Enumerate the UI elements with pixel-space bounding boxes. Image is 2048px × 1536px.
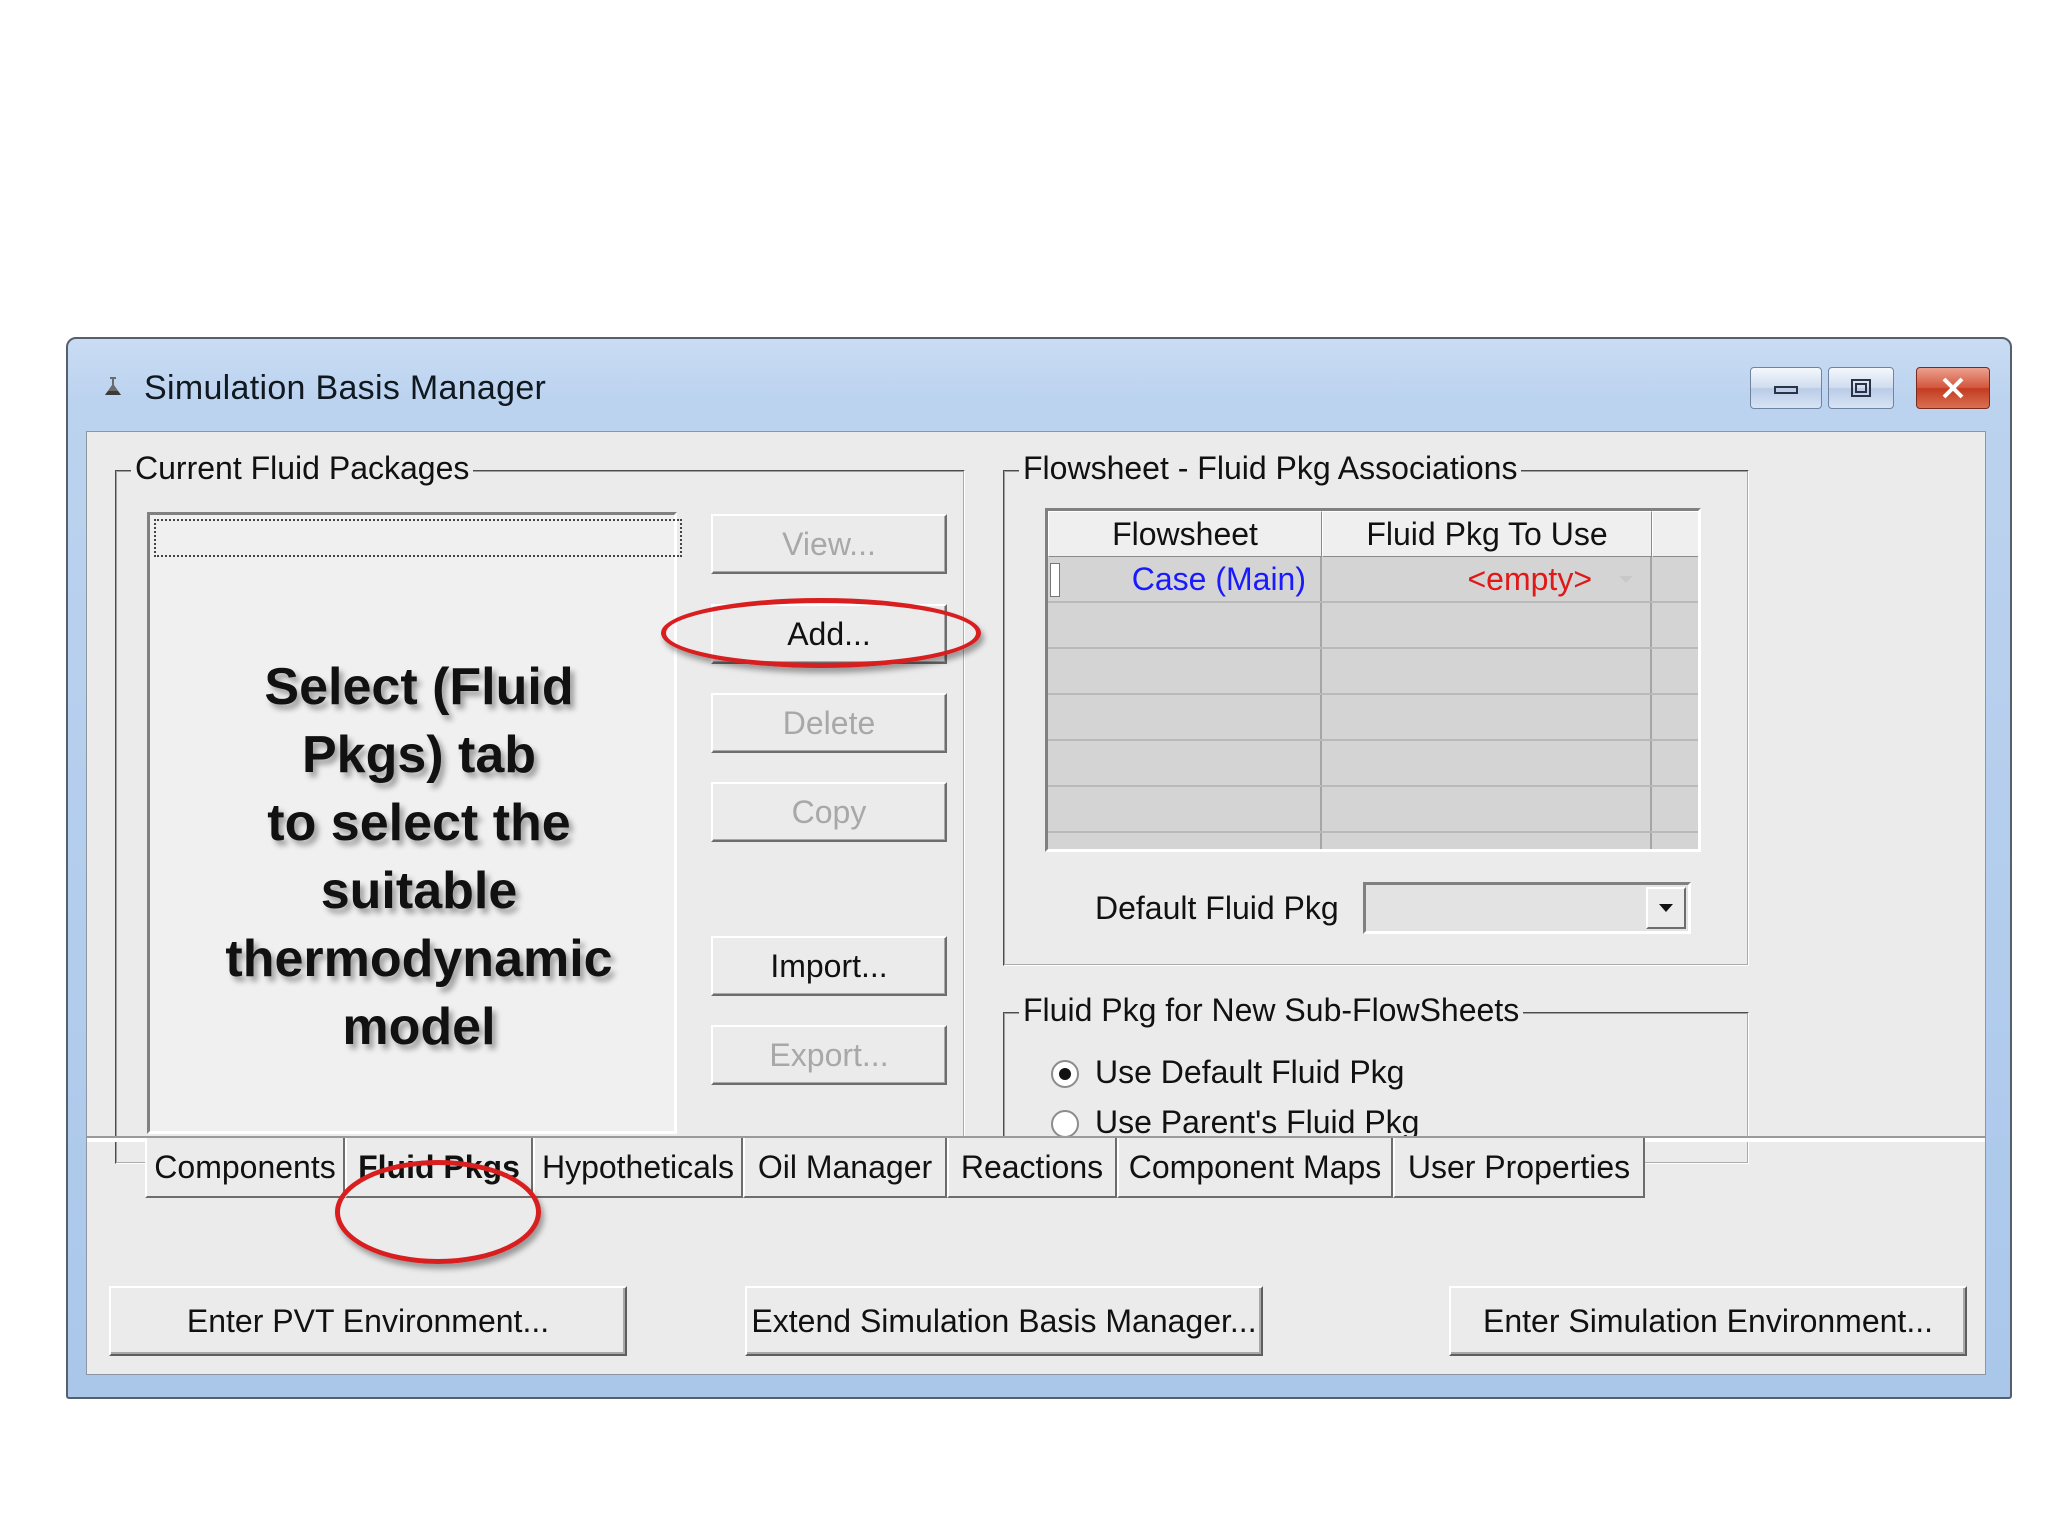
app-icon — [105, 377, 121, 395]
minimize-button[interactable] — [1750, 367, 1822, 409]
fluid-packages-list[interactable]: Select (Fluid Pkgs) tab to select the su… — [147, 512, 682, 1134]
table-row[interactable]: Case (Main) <empty> — [1048, 557, 1698, 603]
simulation-basis-manager-window: Simulation Basis Manager Current Fluid P… — [66, 337, 2012, 1399]
tab-components[interactable]: Components — [145, 1138, 345, 1198]
table-row[interactable] — [1048, 603, 1698, 649]
table-row[interactable] — [1048, 741, 1698, 787]
enter-simulation-environment-button[interactable]: Enter Simulation Environment... — [1449, 1286, 1967, 1356]
view-button[interactable]: View... — [711, 514, 947, 574]
use-parent-radio[interactable] — [1051, 1110, 1079, 1138]
instruction-line: model — [342, 998, 496, 1056]
column-header-fluid-pkg[interactable]: Fluid Pkg To Use — [1322, 511, 1652, 557]
window-title: Simulation Basis Manager — [144, 369, 547, 407]
default-fluid-pkg-select[interactable] — [1363, 882, 1691, 934]
use-default-label[interactable]: Use Default Fluid Pkg — [1095, 1054, 1404, 1091]
list-focus-row[interactable] — [154, 519, 682, 557]
maximize-button[interactable] — [1828, 367, 1894, 409]
close-icon — [1942, 377, 1964, 399]
row-selector[interactable] — [1050, 563, 1060, 597]
instruction-line: suitable — [320, 862, 518, 920]
close-button[interactable] — [1916, 367, 1990, 409]
add-button[interactable]: Add... — [711, 604, 947, 664]
fluid-pkg-cell[interactable]: <empty> — [1467, 561, 1592, 598]
instruction-line: thermodynamic — [225, 930, 613, 988]
client-area: Current Fluid Packages Select (Fluid Pkg… — [86, 431, 1986, 1375]
tab-oil-manager[interactable]: Oil Manager — [743, 1138, 947, 1198]
extend-basis-manager-button[interactable]: Extend Simulation Basis Manager... — [745, 1286, 1263, 1356]
column-header-flowsheet[interactable]: Flowsheet — [1048, 511, 1322, 557]
associations-legend: Flowsheet - Fluid Pkg Associations — [1019, 450, 1522, 487]
table-row[interactable] — [1048, 695, 1698, 741]
tab-reactions[interactable]: Reactions — [947, 1138, 1117, 1198]
instruction-line: to select the — [267, 794, 571, 852]
chevron-down-icon — [1659, 904, 1673, 912]
current-fluid-packages-group: Current Fluid Packages Select (Fluid Pkg… — [115, 450, 965, 1164]
subflowsheets-legend: Fluid Pkg for New Sub-FlowSheets — [1019, 992, 1524, 1029]
radio-selected-dot — [1059, 1068, 1071, 1080]
tab-component-maps[interactable]: Component Maps — [1117, 1138, 1393, 1198]
instruction-line: Select (Fluid — [264, 658, 574, 716]
delete-button[interactable]: Delete — [711, 693, 947, 753]
associations-grid[interactable]: Flowsheet Fluid Pkg To Use Case (Main) <… — [1045, 508, 1701, 852]
column-header-blank — [1652, 511, 1698, 557]
instruction-overlay: Select (Fluid Pkgs) tab to select the su… — [190, 653, 648, 1061]
enter-pvt-environment-button[interactable]: Enter PVT Environment... — [109, 1286, 627, 1356]
cell-dropdown-icon[interactable] — [1618, 575, 1634, 585]
default-fluid-pkg-label: Default Fluid Pkg — [1095, 890, 1339, 926]
tab-hypotheticals[interactable]: Hypotheticals — [533, 1138, 743, 1198]
dropdown-button[interactable] — [1646, 887, 1686, 929]
current-fluid-packages-legend: Current Fluid Packages — [131, 450, 474, 487]
export-button[interactable]: Export... — [711, 1025, 947, 1085]
table-row[interactable] — [1048, 649, 1698, 695]
flowsheet-cell[interactable]: Case (Main) — [1132, 561, 1306, 598]
maximize-icon — [1851, 379, 1871, 397]
title-bar[interactable]: Simulation Basis Manager — [68, 339, 2010, 427]
copy-button[interactable]: Copy — [711, 782, 947, 842]
use-default-radio[interactable] — [1051, 1060, 1079, 1088]
minimize-icon — [1774, 386, 1798, 394]
instruction-line: Pkgs) tab — [301, 726, 537, 784]
tab-user-properties[interactable]: User Properties — [1393, 1138, 1645, 1198]
import-button[interactable]: Import... — [711, 936, 947, 996]
flowsheet-associations-group: Flowsheet - Fluid Pkg Associations Flows… — [1003, 450, 1749, 966]
table-row[interactable] — [1048, 787, 1698, 833]
tab-fluid-pkgs[interactable]: Fluid Pkgs — [345, 1138, 533, 1198]
